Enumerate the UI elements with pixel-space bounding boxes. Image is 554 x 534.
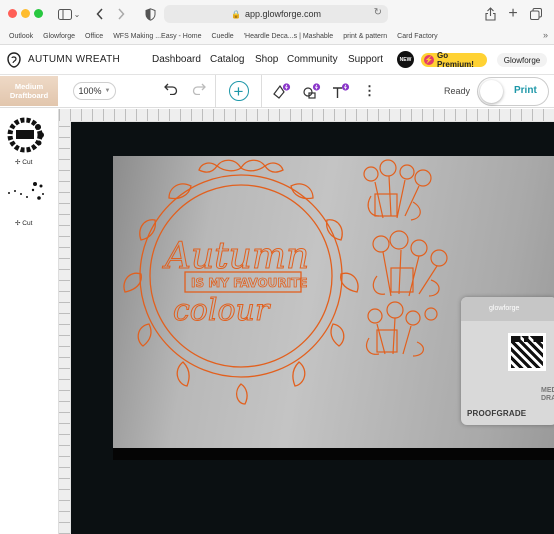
status-text: Ready <box>444 86 471 96</box>
go-premium-label: Go Premium! <box>436 51 474 69</box>
wreath-outline: Autumn IS MY FAVOURITE colour <box>123 159 359 405</box>
close-window-button[interactable] <box>8 9 17 18</box>
bookmark-item[interactable]: Cuedle <box>211 33 233 40</box>
ruler-horizontal <box>59 109 554 121</box>
tab-overview-icon[interactable] <box>529 6 543 22</box>
editor-toolbar: Medium Draftboard 100% ▼ + ⋮ Ready Print <box>0 75 554 108</box>
glowforge-logo-icon[interactable] <box>7 52 21 68</box>
more-bookmarks-icon[interactable]: » <box>543 30 548 40</box>
nav-dashboard[interactable]: Dashboard <box>152 54 201 65</box>
bookmark-item[interactable]: 'Heardle Deca...s | Mashable <box>244 33 334 40</box>
redo-icon[interactable] <box>192 83 206 99</box>
reload-icon[interactable]: ↻ <box>374 7 382 18</box>
forward-button[interactable] <box>115 6 127 22</box>
shapes-icon[interactable] <box>302 83 322 104</box>
zoom-value: 100% <box>78 86 102 96</box>
minimize-window-button[interactable] <box>21 9 30 18</box>
url-text: app.glowforge.com <box>244 9 321 19</box>
bookmark-item[interactable]: Glowforge <box>43 33 75 40</box>
bookmark-item[interactable]: Card Factory <box>397 33 437 40</box>
print-toggle-knob <box>480 80 503 103</box>
lightning-icon: ⚡ <box>424 55 434 65</box>
flower-sprig-middle <box>372 230 448 297</box>
chevron-down-icon[interactable]: ⌄ <box>73 6 81 22</box>
share-icon[interactable] <box>483 6 497 22</box>
bookmarks-bar: Outlook Glowforge Office WFS Making ...E… <box>0 28 554 45</box>
privacy-shield-icon[interactable] <box>143 6 157 22</box>
material-selector[interactable]: Medium Draftboard <box>0 76 58 106</box>
zoom-select[interactable]: 100% ▼ <box>73 82 116 100</box>
new-tab-icon[interactable]: + <box>506 5 520 22</box>
laser-bed-camera-view[interactable]: glowforge MEDI DRAFTBO PROOFGRADE <box>71 122 554 534</box>
chevron-down-icon: ▼ <box>104 88 111 94</box>
magic-trace-icon[interactable] <box>272 83 292 104</box>
browser-titlebar: ⌄ 🔒 app.glowforge.com ↻ + <box>0 0 554 28</box>
bookmark-item[interactable]: Office <box>85 33 103 40</box>
address-bar[interactable]: 🔒 app.glowforge.com ↻ <box>164 5 388 23</box>
design-label-cut: ✢ Cut <box>15 220 33 227</box>
bookmark-item[interactable]: print & pattern <box>343 33 387 40</box>
account-button[interactable]: Glowforge <box>497 53 547 67</box>
flower-sprig-bottom <box>366 301 438 357</box>
print-label: Print <box>514 85 537 96</box>
app-header: AUTUMN WREATH Dashboard Catalog Shop Com… <box>0 45 554 75</box>
print-button[interactable]: Print <box>478 78 548 105</box>
add-artwork-button[interactable]: + <box>215 75 262 108</box>
back-button[interactable] <box>94 6 106 22</box>
design-list: ✢ Cut ✢ Cut <box>0 109 59 534</box>
bookmark-item[interactable]: WFS Making ...Easy - Home <box>113 33 201 40</box>
new-badge[interactable]: NEW <box>397 51 414 68</box>
design-label-cut: ✢ Cut <box>15 159 33 166</box>
flower-sprigs <box>363 159 448 357</box>
go-premium-button[interactable]: ⚡ Go Premium! <box>421 51 487 69</box>
nav-catalog[interactable]: Catalog <box>210 54 244 65</box>
nav-community[interactable]: Community <box>287 54 338 65</box>
artwork-text-favourite: IS MY FAVOURITE <box>191 276 308 290</box>
plus-icon: + <box>228 81 249 101</box>
flower-sprig-top <box>363 159 432 221</box>
nav-shop[interactable]: Shop <box>255 54 278 65</box>
more-options-icon[interactable]: ⋮ <box>363 83 376 99</box>
artwork-text-autumn: Autumn <box>162 236 309 277</box>
artwork-outline[interactable]: Autumn IS MY FAVOURITE colour <box>113 156 554 448</box>
material-edge-shadow <box>113 448 554 460</box>
ruler-vertical <box>59 121 70 534</box>
fullscreen-window-button[interactable] <box>34 9 43 18</box>
text-tool-icon[interactable] <box>331 83 351 104</box>
design-thumbnail-wreath[interactable] <box>5 117 49 157</box>
bookmark-item[interactable]: Outlook <box>9 33 33 40</box>
project-title[interactable]: AUTUMN WREATH <box>28 54 120 65</box>
nav-support[interactable]: Support <box>348 54 383 65</box>
lock-icon: 🔒 <box>230 9 241 19</box>
design-thumbnail-flowers[interactable] <box>5 179 49 219</box>
sidebar-toggle-icon[interactable] <box>57 6 73 22</box>
undo-icon[interactable] <box>164 83 178 99</box>
artwork-text-colour: colour <box>173 293 271 328</box>
canvas-area[interactable]: glowforge MEDI DRAFTBO PROOFGRADE <box>59 109 554 534</box>
